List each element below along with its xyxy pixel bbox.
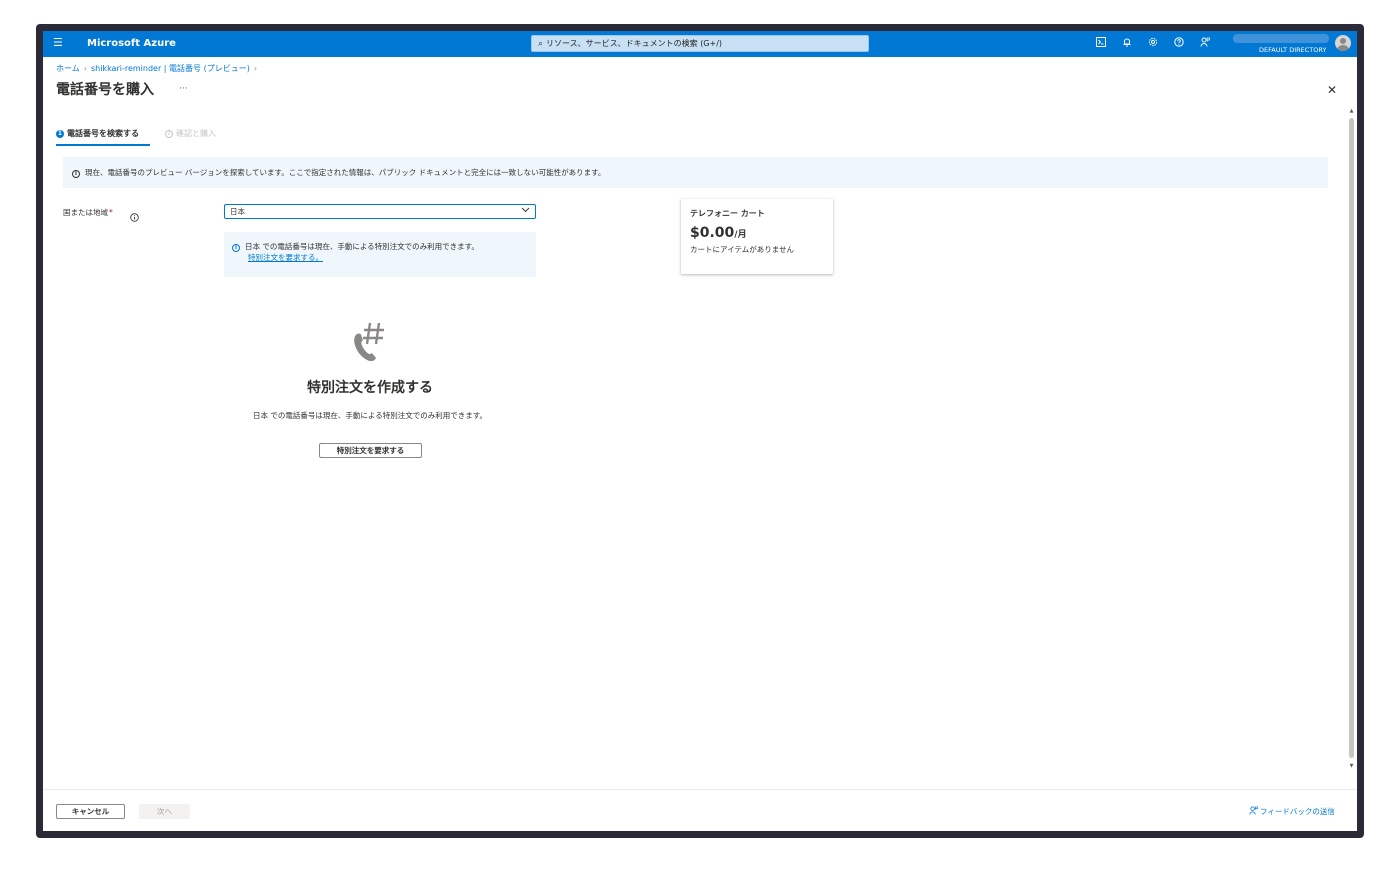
step-label-2: 確認と購入	[176, 129, 216, 138]
required-mark: *	[109, 208, 113, 217]
feedback-person-icon	[1249, 806, 1258, 815]
breadcrumb-resource[interactable]: shikkari-reminder | 電話番号 (プレビュー)	[91, 64, 250, 73]
gear-icon[interactable]	[1145, 37, 1160, 51]
info-icon: i	[232, 244, 240, 252]
chevron-down-icon[interactable]	[521, 205, 530, 218]
phone-hash-icon	[348, 319, 390, 363]
search-placeholder: リソース、サービス、ドキュメントの検索 (G+/)	[546, 39, 723, 48]
cart-price-unit: /月	[734, 230, 747, 240]
global-search-input[interactable]: ⌕ リソース、サービス、ドキュメントの検索 (G+/)	[531, 35, 869, 52]
bell-icon[interactable]	[1119, 37, 1134, 51]
more-icon[interactable]: ···	[179, 84, 188, 94]
step-label-1: 電話番号を検索する	[67, 129, 139, 138]
top-bar: ☰ Microsoft Azure ⌕ リソース、サービス、ドキュメントの検索 (…	[43, 31, 1357, 57]
feedback-label: フィードバックの送信	[1260, 807, 1335, 816]
search-icon: ⌕	[538, 39, 544, 49]
feedback-person-icon[interactable]	[1197, 37, 1212, 51]
footer-bar: キャンセル 次へ フィードバックの送信	[43, 789, 1357, 831]
brand-title[interactable]: Microsoft Azure	[87, 37, 176, 51]
tab-review-purchase: 2 確認と購入	[165, 128, 216, 140]
breadcrumb-home[interactable]: ホーム	[56, 64, 80, 73]
directory-label[interactable]: DEFAULT DIRECTORY	[1259, 46, 1326, 54]
country-select[interactable]: 日本	[224, 204, 536, 219]
banner-text: 現在、電話番号のプレビュー バージョンを探索しています。ここで指定された情報は、…	[85, 168, 606, 177]
send-feedback-link[interactable]: フィードバックの送信	[1249, 806, 1335, 817]
azure-portal-window: ☰ Microsoft Azure ⌕ リソース、サービス、ドキュメントの検索 (…	[43, 31, 1357, 831]
note-text: 日本 での電話番号は現在、手動による特別注文でのみ利用できます。	[245, 242, 479, 251]
help-icon[interactable]	[1171, 37, 1186, 51]
cancel-button[interactable]: キャンセル	[56, 804, 125, 819]
hamburger-icon[interactable]: ☰	[53, 37, 65, 49]
empty-state-title: 特別注文を作成する	[307, 380, 433, 396]
chevron-right-icon: ›	[83, 64, 87, 73]
special-order-note: i 日本 での電話番号は現在、手動による特別注文でのみ利用できます。 特別注文を要…	[224, 232, 536, 277]
scroll-up-arrow[interactable]: ▲	[1348, 108, 1355, 114]
page-title: 電話番号を購入	[56, 82, 154, 98]
request-special-order-button[interactable]: 特別注文を要求する	[319, 443, 422, 458]
next-button: 次へ	[139, 804, 190, 819]
cart-price: $0.00/月	[690, 225, 824, 243]
preview-info-banner: i 現在、電話番号のプレビュー バージョンを探索しています。ここで指定された情報は…	[63, 157, 1328, 188]
step-number-2: 2	[165, 130, 173, 138]
chevron-right-icon: ›	[253, 64, 258, 73]
info-icon: i	[72, 170, 80, 178]
top-bar-actions	[1093, 37, 1212, 51]
cart-price-amount: $0.00	[690, 225, 735, 241]
info-icon[interactable]	[130, 207, 139, 226]
active-step-indicator	[56, 144, 150, 146]
telephony-cart: テレフォニー カート $0.00/月 カートにアイテムがありません	[681, 199, 833, 274]
vertical-scrollbar[interactable]	[1349, 118, 1354, 758]
avatar[interactable]	[1335, 35, 1351, 51]
country-label-text: 国または地域	[63, 208, 108, 217]
special-order-link[interactable]: 特別注文を要求する。	[248, 252, 536, 263]
cloud-shell-icon[interactable]	[1093, 37, 1108, 51]
account-email-redacted[interactable]	[1233, 34, 1329, 43]
country-label: 国または地域*	[63, 208, 113, 218]
step-number-1: 1	[56, 130, 64, 138]
tab-search-numbers[interactable]: 1 電話番号を検索する	[56, 128, 139, 140]
breadcrumb: ホーム › shikkari-reminder | 電話番号 (プレビュー) ›	[56, 63, 261, 75]
empty-state-description: 日本 での電話番号は現在、手動による特別注文でのみ利用できます。	[253, 411, 487, 420]
scroll-down-arrow[interactable]: ▼	[1348, 763, 1355, 769]
cart-empty-text: カートにアイテムがありません	[690, 245, 795, 254]
cart-title: テレフォニー カート	[690, 209, 765, 218]
close-icon[interactable]: ✕	[1327, 84, 1337, 96]
